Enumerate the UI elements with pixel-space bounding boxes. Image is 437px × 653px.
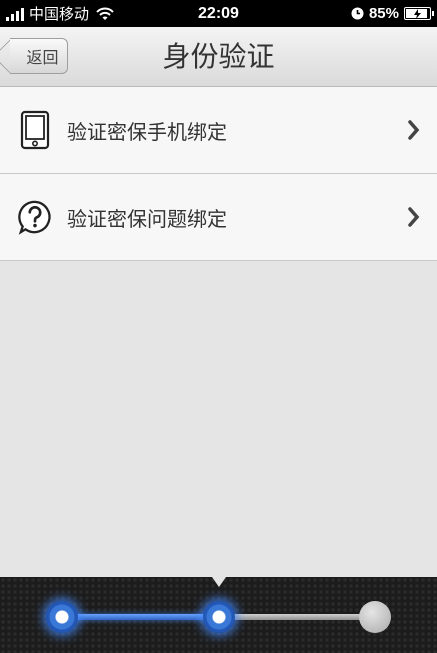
list-item-label: 验证密保手机绑定 <box>67 119 227 144</box>
chevron-right-icon <box>408 207 420 227</box>
back-button[interactable]: 返回 <box>10 38 68 74</box>
progress-step-3 <box>359 601 391 633</box>
question-icon <box>18 200 51 235</box>
progress-track-completed <box>62 614 220 620</box>
list-item-label: 验证密保问题绑定 <box>67 206 227 231</box>
battery-icon <box>404 7 434 20</box>
back-button-label: 返回 <box>26 48 59 67</box>
chevron-right-icon <box>408 120 420 140</box>
progress-track-remaining <box>220 614 375 620</box>
verification-menu: 验证密保手机绑定 验证密保问题绑定 <box>0 87 437 261</box>
battery-percentage: 85% <box>368 5 399 22</box>
progress-stepper <box>0 577 437 653</box>
current-step-pointer <box>212 577 226 587</box>
list-item-question-binding[interactable]: 验证密保问题绑定 <box>0 174 437 261</box>
phone-icon <box>20 110 50 150</box>
status-bar: 中国移动 22:09 85% <box>0 0 437 27</box>
wifi-icon <box>96 7 114 20</box>
alarm-icon <box>351 7 364 20</box>
signal-strength-icon <box>6 7 24 21</box>
list-item-phone-binding[interactable]: 验证密保手机绑定 <box>0 87 437 174</box>
progress-step-2 <box>203 601 235 633</box>
navigation-bar: 返回 身份验证 <box>0 27 437 87</box>
progress-step-1 <box>46 601 78 633</box>
carrier-name: 中国移动 <box>29 6 90 23</box>
